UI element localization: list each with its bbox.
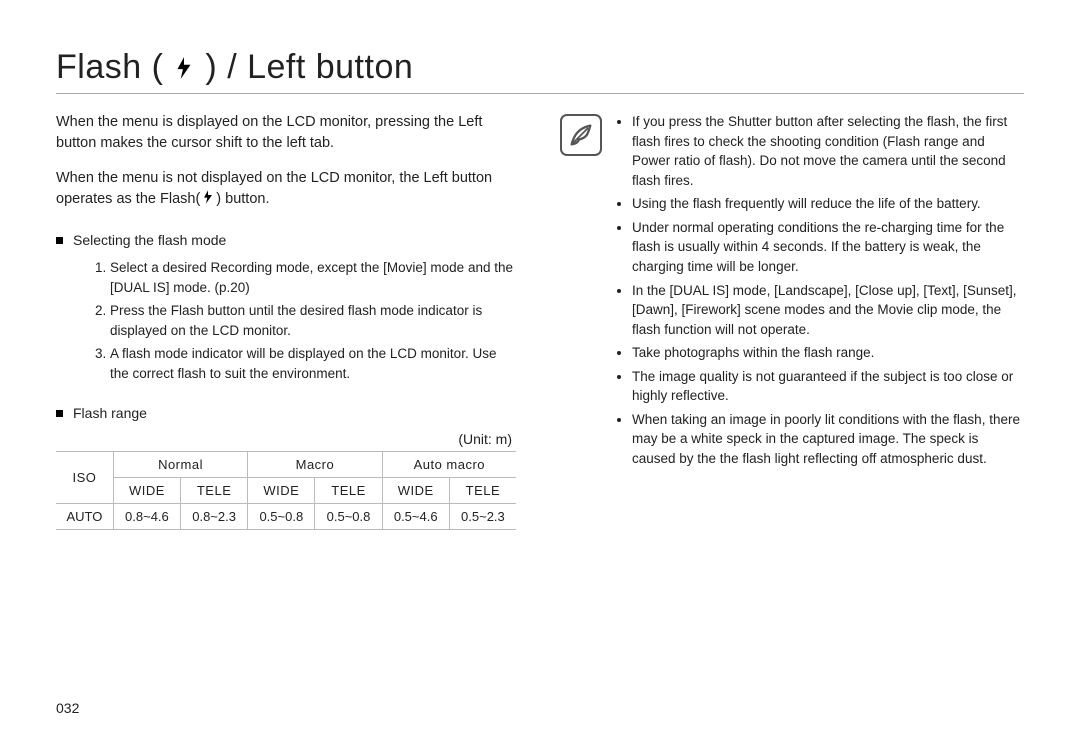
th-group: Macro xyxy=(248,452,382,478)
section-2-label: Flash range xyxy=(73,405,147,421)
flash-icon xyxy=(169,53,199,83)
table-row: AUTO 0.8~4.6 0.8~2.3 0.5~0.8 0.5~0.8 0.5… xyxy=(56,504,516,530)
th-sub: TELE xyxy=(449,478,516,504)
note-item: In the [DUAL IS] mode, [Landscape], [Clo… xyxy=(632,281,1024,340)
th-sub: WIDE xyxy=(113,478,180,504)
cell: 0.8~4.6 xyxy=(113,504,180,530)
section-1-label: Selecting the flash mode xyxy=(73,232,226,248)
note-item: If you press the Shutter button after se… xyxy=(632,112,1024,190)
bullet-square-icon xyxy=(56,410,63,417)
section-selecting-flash: Selecting the flash mode xyxy=(56,232,516,248)
cell: 0.5~2.3 xyxy=(449,504,516,530)
intro-para-2: When the menu is not displayed on the LC… xyxy=(56,168,516,210)
note-item: Under normal operating conditions the re… xyxy=(632,218,1024,277)
th-sub: TELE xyxy=(315,478,382,504)
page-number: 032 xyxy=(56,700,79,716)
note-icon xyxy=(560,114,602,156)
th-sub: WIDE xyxy=(382,478,449,504)
bullet-square-icon xyxy=(56,237,63,244)
content-columns: When the menu is displayed on the LCD mo… xyxy=(56,112,1024,530)
note-item: The image quality is not guaranteed if t… xyxy=(632,367,1024,406)
note-item: Take photographs within the flash range. xyxy=(632,343,1024,363)
section-flash-range: Flash range xyxy=(56,405,516,421)
th-group: Auto macro xyxy=(382,452,516,478)
para2-post: ) button. xyxy=(216,191,269,207)
title-pre: Flash ( xyxy=(56,48,163,87)
para2-pre: When the menu is not displayed on the LC… xyxy=(56,170,492,207)
notes-list: If you press the Shutter button after se… xyxy=(614,112,1024,530)
cell: 0.5~0.8 xyxy=(315,504,382,530)
step-item: A flash mode indicator will be displayed… xyxy=(110,344,516,383)
note-item: Using the flash frequently will reduce t… xyxy=(632,194,1024,214)
right-column: If you press the Shutter button after se… xyxy=(560,112,1024,530)
flash-icon xyxy=(200,189,216,205)
step-item: Press the Flash button until the desired… xyxy=(110,301,516,340)
th-sub: TELE xyxy=(181,478,248,504)
left-column: When the menu is displayed on the LCD mo… xyxy=(56,112,516,530)
cell-iso: AUTO xyxy=(56,504,113,530)
page-title: Flash ( ) / Left button xyxy=(56,48,1024,94)
th-group: Normal xyxy=(113,452,247,478)
title-post: ) / Left button xyxy=(205,48,413,87)
th-sub: WIDE xyxy=(248,478,315,504)
note-item: When taking an image in poorly lit condi… xyxy=(632,410,1024,469)
cell: 0.5~4.6 xyxy=(382,504,449,530)
unit-label: (Unit: m) xyxy=(56,431,512,447)
intro-para-1: When the menu is displayed on the LCD mo… xyxy=(56,112,516,154)
steps-list: Select a desired Recording mode, except … xyxy=(56,258,516,383)
cell: 0.8~2.3 xyxy=(181,504,248,530)
cell: 0.5~0.8 xyxy=(248,504,315,530)
th-iso: ISO xyxy=(56,452,113,504)
flash-range-table: ISO Normal Macro Auto macro WIDE TELE WI… xyxy=(56,451,516,530)
step-item: Select a desired Recording mode, except … xyxy=(110,258,516,297)
